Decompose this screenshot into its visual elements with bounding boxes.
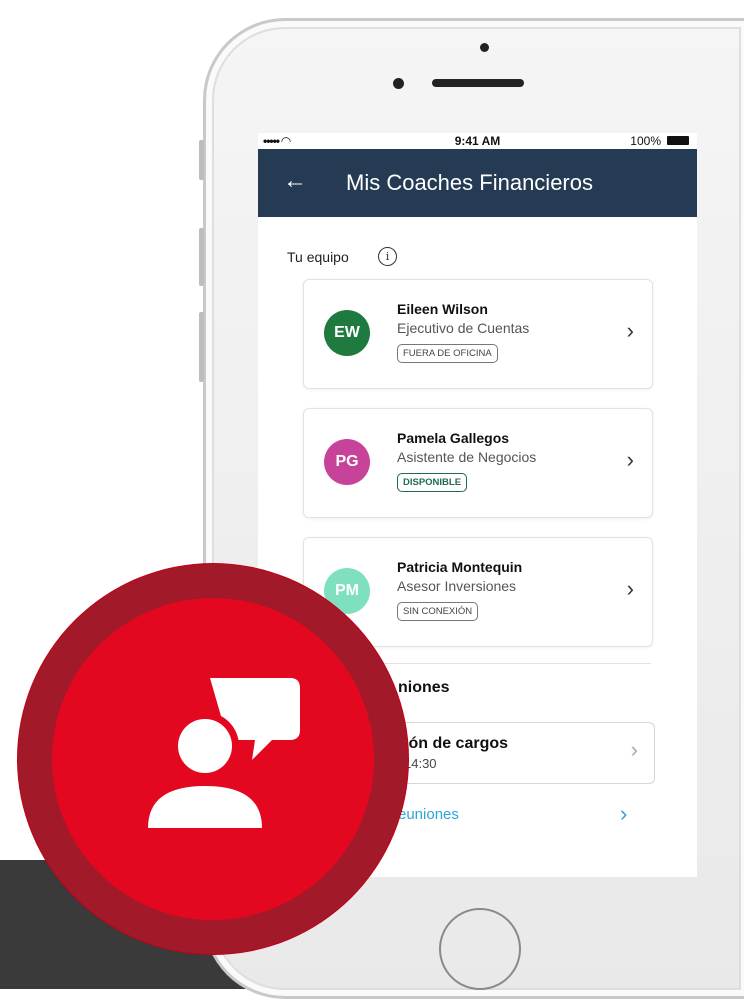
camera-dot [480, 43, 489, 52]
page-title: Mis Coaches Financieros [346, 170, 593, 195]
speaker-grille [432, 79, 524, 87]
user-chat-icon [148, 678, 300, 828]
battery-icon [667, 136, 689, 145]
coach-role: Asistente de Negocios [397, 449, 537, 465]
chevron-right-icon: › [626, 576, 634, 601]
app-bar: ← Mis Coaches Financieros [258, 149, 697, 217]
chevron-right-icon: › [626, 447, 634, 472]
meetings-section-title: niones [398, 679, 450, 696]
meeting-time: 14:30 [404, 756, 437, 771]
home-button[interactable] [439, 908, 521, 990]
status-badge: FUERA DE OFICINA [397, 344, 498, 363]
coach-name: Eileen Wilson [397, 301, 488, 317]
avatar: EW [324, 310, 370, 356]
status-badge: DISPONIBLE [397, 473, 468, 492]
mute-switch [199, 140, 204, 180]
coach-name: Patricia Montequin [397, 559, 523, 575]
coach-card-pamela[interactable]: PG Pamela Gallegos Asistente de Negocios… [303, 408, 653, 518]
front-camera [393, 78, 404, 89]
chevron-right-icon: › [630, 737, 638, 762]
coach-name: Pamela Gallegos [397, 430, 510, 446]
battery-percent: 100% [630, 134, 661, 148]
coach-card-eileen[interactable]: EW Eileen Wilson Ejecutivo de Cuentas FU… [303, 279, 653, 389]
info-icon[interactable]: i [378, 247, 397, 266]
arrow-left-icon[interactable]: ← [283, 167, 307, 195]
chevron-right-icon: › [626, 318, 634, 343]
volume-down-button [199, 312, 204, 382]
volume-up-button [199, 228, 204, 286]
status-bar: ••••• ◠ 9:41 AM 100% [258, 133, 697, 149]
coach-role: Asesor Inversiones [397, 578, 517, 594]
team-section-label: Tu equipo [287, 249, 349, 265]
status-badge: SIN CONEXIÓN [397, 602, 479, 621]
meeting-title: ión de cargos [404, 735, 509, 752]
chevron-right-icon[interactable]: › [620, 801, 627, 827]
avatar: PG [324, 439, 370, 485]
coach-role: Ejecutivo de Cuentas [397, 320, 530, 336]
all-meetings-link[interactable]: euniones [398, 806, 459, 823]
